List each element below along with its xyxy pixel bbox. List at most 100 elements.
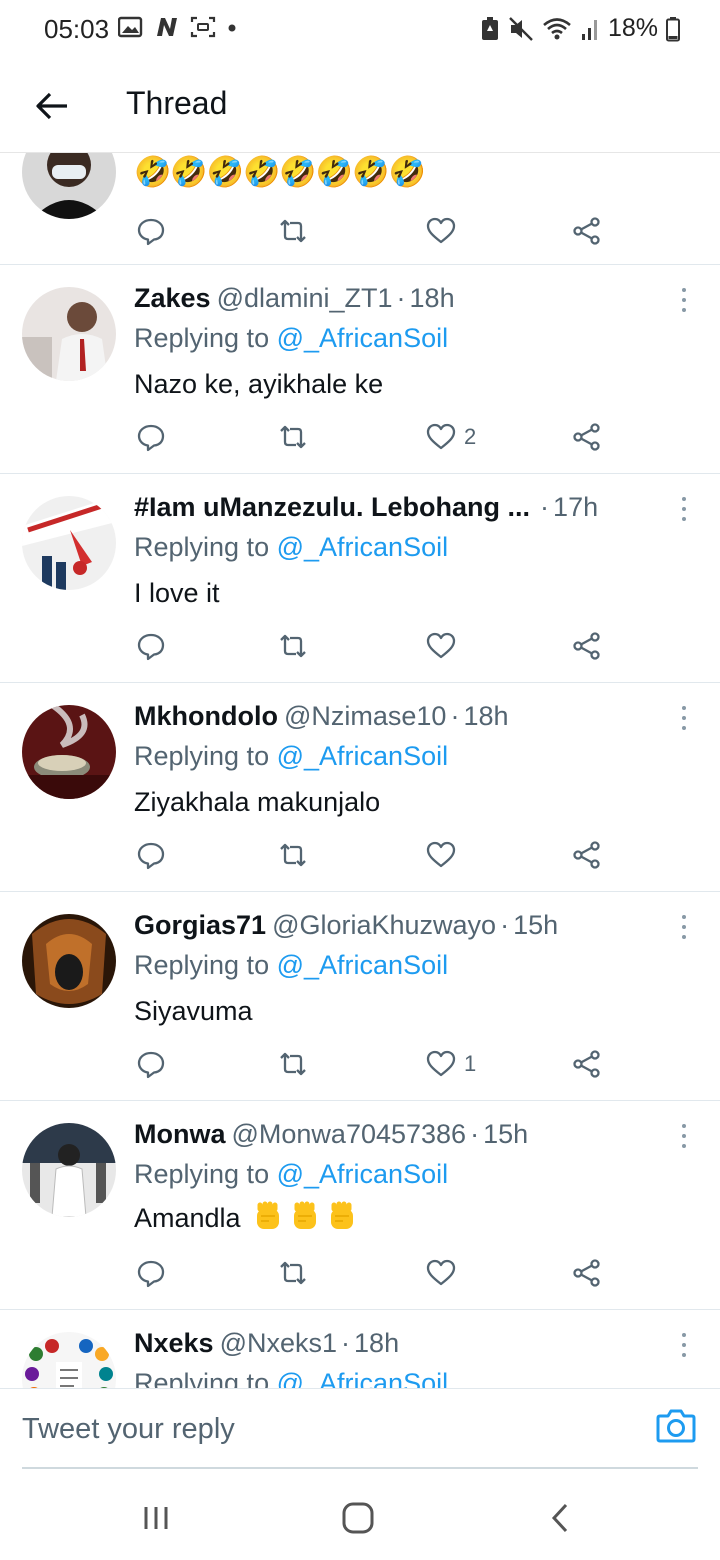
battery-icon <box>666 16 680 41</box>
tweet-reply[interactable]: Zakes @dlamini_ZT1 · 18h Replying to @_A… <box>0 265 720 474</box>
tweet-reply[interactable]: Monwa @Monwa70457386 · 15h Replying to @… <box>0 1101 720 1310</box>
share-button[interactable] <box>572 1044 602 1084</box>
reply-button[interactable] <box>136 1044 166 1084</box>
retweet-button[interactable] <box>278 417 308 457</box>
mention-link[interactable]: @_AfricanSoil <box>277 950 448 980</box>
camera-button[interactable] <box>654 1403 698 1447</box>
share-icon <box>573 1050 600 1078</box>
author-handle[interactable]: @Nzimase10 <box>284 701 446 732</box>
like-button[interactable] <box>426 626 464 666</box>
more-options-button[interactable] <box>674 494 694 524</box>
share-button[interactable] <box>572 417 602 457</box>
retweet-button[interactable] <box>278 626 308 666</box>
author-name[interactable]: Zakes <box>134 283 211 314</box>
like-button[interactable] <box>426 1253 464 1293</box>
heart-icon <box>426 1050 456 1077</box>
author-handle[interactable]: @GloriaKhuzwayo <box>272 910 496 941</box>
share-button[interactable] <box>572 626 602 666</box>
home-button[interactable] <box>338 1498 378 1538</box>
author-handle[interactable]: @Nxeks1 <box>220 1328 337 1359</box>
timestamp[interactable]: 18h <box>354 1328 399 1359</box>
like-button[interactable]: 2 <box>426 417 476 457</box>
home-icon <box>342 1502 374 1534</box>
timestamp[interactable]: 17h <box>553 492 598 523</box>
tweet-text: Amandla <box>134 1201 359 1235</box>
author-name[interactable]: Gorgias71 <box>134 910 266 941</box>
reply-button[interactable] <box>136 417 166 457</box>
avatar[interactable] <box>22 1332 116 1388</box>
timestamp[interactable]: 15h <box>483 1119 528 1150</box>
retweet-icon <box>280 1261 306 1285</box>
author-name[interactable]: Nxeks <box>134 1328 214 1359</box>
reply-button[interactable] <box>136 1253 166 1293</box>
retweet-button[interactable] <box>278 1253 308 1293</box>
retweet-button[interactable] <box>278 835 308 875</box>
avatar[interactable] <box>22 705 116 799</box>
avatar[interactable] <box>22 914 116 1008</box>
tweet-text: Siyavuma <box>134 996 253 1026</box>
mention-link[interactable]: @_AfricanSoil <box>277 532 448 562</box>
more-options-button[interactable] <box>674 1121 694 1151</box>
recent-apps-button[interactable] <box>136 1498 176 1538</box>
share-button[interactable] <box>572 211 602 251</box>
reply-button[interactable] <box>136 626 166 666</box>
replying-to: Replying to @_AfricanSoil <box>134 741 449 771</box>
timestamp[interactable]: 18h <box>463 701 508 732</box>
reply-input[interactable] <box>22 1403 622 1455</box>
replying-to: Replying to @_AfricanSoil <box>134 1368 448 1388</box>
tweet-reply[interactable]: Nxeks @Nxeks1 · 18h Replying to @_Africa… <box>0 1310 720 1388</box>
like-button[interactable] <box>426 211 456 251</box>
like-button[interactable]: 1 <box>426 1044 476 1084</box>
replying-to: Replying to @_AfricanSoil <box>134 950 449 980</box>
gallery-icon <box>118 16 143 38</box>
tweet-reply[interactable]: Mkhondolo @Nzimase10 · 18h Replying to @… <box>0 683 720 892</box>
author-name[interactable]: Monwa <box>134 1119 226 1150</box>
retweet-icon <box>280 219 306 243</box>
more-options-button[interactable] <box>674 285 694 315</box>
retweet-button[interactable] <box>278 211 308 251</box>
back-button[interactable] <box>30 84 74 128</box>
system-nav-bar <box>0 1470 720 1560</box>
reply-icon <box>137 842 165 870</box>
avatar[interactable] <box>22 496 116 590</box>
author-name[interactable]: Mkhondolo <box>134 701 278 732</box>
avatar[interactable] <box>22 1123 116 1217</box>
share-button[interactable] <box>572 835 602 875</box>
reply-icon <box>137 1051 165 1079</box>
mention-link[interactable]: @_AfricanSoil <box>277 323 448 353</box>
share-button[interactable] <box>572 1253 602 1293</box>
tweet-text: Ziyakhala makunjalo <box>134 787 381 817</box>
author-handle[interactable]: @Monwa70457386 <box>232 1119 467 1150</box>
battery-percent: 18% <box>607 14 658 42</box>
mention-link[interactable]: @_AfricanSoil <box>277 1368 448 1388</box>
separator: · <box>540 492 550 522</box>
recent-apps-icon <box>144 1507 168 1529</box>
more-options-button[interactable] <box>674 912 694 942</box>
more-options-button[interactable] <box>674 1330 694 1360</box>
reply-button[interactable] <box>136 835 166 875</box>
mention-link[interactable]: @_AfricanSoil <box>277 741 448 771</box>
mention-link[interactable]: @_AfricanSoil <box>277 1159 448 1189</box>
reply-button[interactable] <box>136 211 166 251</box>
thread-list[interactable]: 🤣🤣🤣🤣🤣🤣🤣🤣 Zakes @dlamini_ZT1 · 18h Replyi… <box>0 153 720 1388</box>
more-options-button[interactable] <box>674 703 694 733</box>
avatar[interactable] <box>22 287 116 381</box>
share-icon <box>573 632 600 660</box>
reply-icon <box>137 633 165 661</box>
author-handle[interactable]: @dlamini_ZT1 <box>217 283 393 314</box>
system-back-button[interactable] <box>540 1498 580 1538</box>
retweet-icon <box>280 1052 306 1076</box>
mute-icon <box>509 16 533 41</box>
tweet-reply[interactable]: #Iam uManzezulu. Lebohang ... · 17h Repl… <box>0 474 720 683</box>
retweet-button[interactable] <box>278 1044 308 1084</box>
author-name[interactable]: #Iam uManzezulu. Lebohang ... <box>134 492 530 523</box>
like-count: 2 <box>464 424 477 449</box>
timestamp[interactable]: 15h <box>513 910 558 941</box>
tweet-reply[interactable]: Gorgias71 @GloriaKhuzwayo · 15h Replying… <box>0 892 720 1101</box>
n-app-icon <box>157 18 177 36</box>
tweet-partial[interactable]: 🤣🤣🤣🤣🤣🤣🤣🤣 <box>0 153 720 265</box>
like-count: 1 <box>464 1051 477 1076</box>
timestamp[interactable]: 18h <box>410 283 455 314</box>
like-button[interactable] <box>426 835 464 875</box>
avatar[interactable] <box>22 153 116 219</box>
